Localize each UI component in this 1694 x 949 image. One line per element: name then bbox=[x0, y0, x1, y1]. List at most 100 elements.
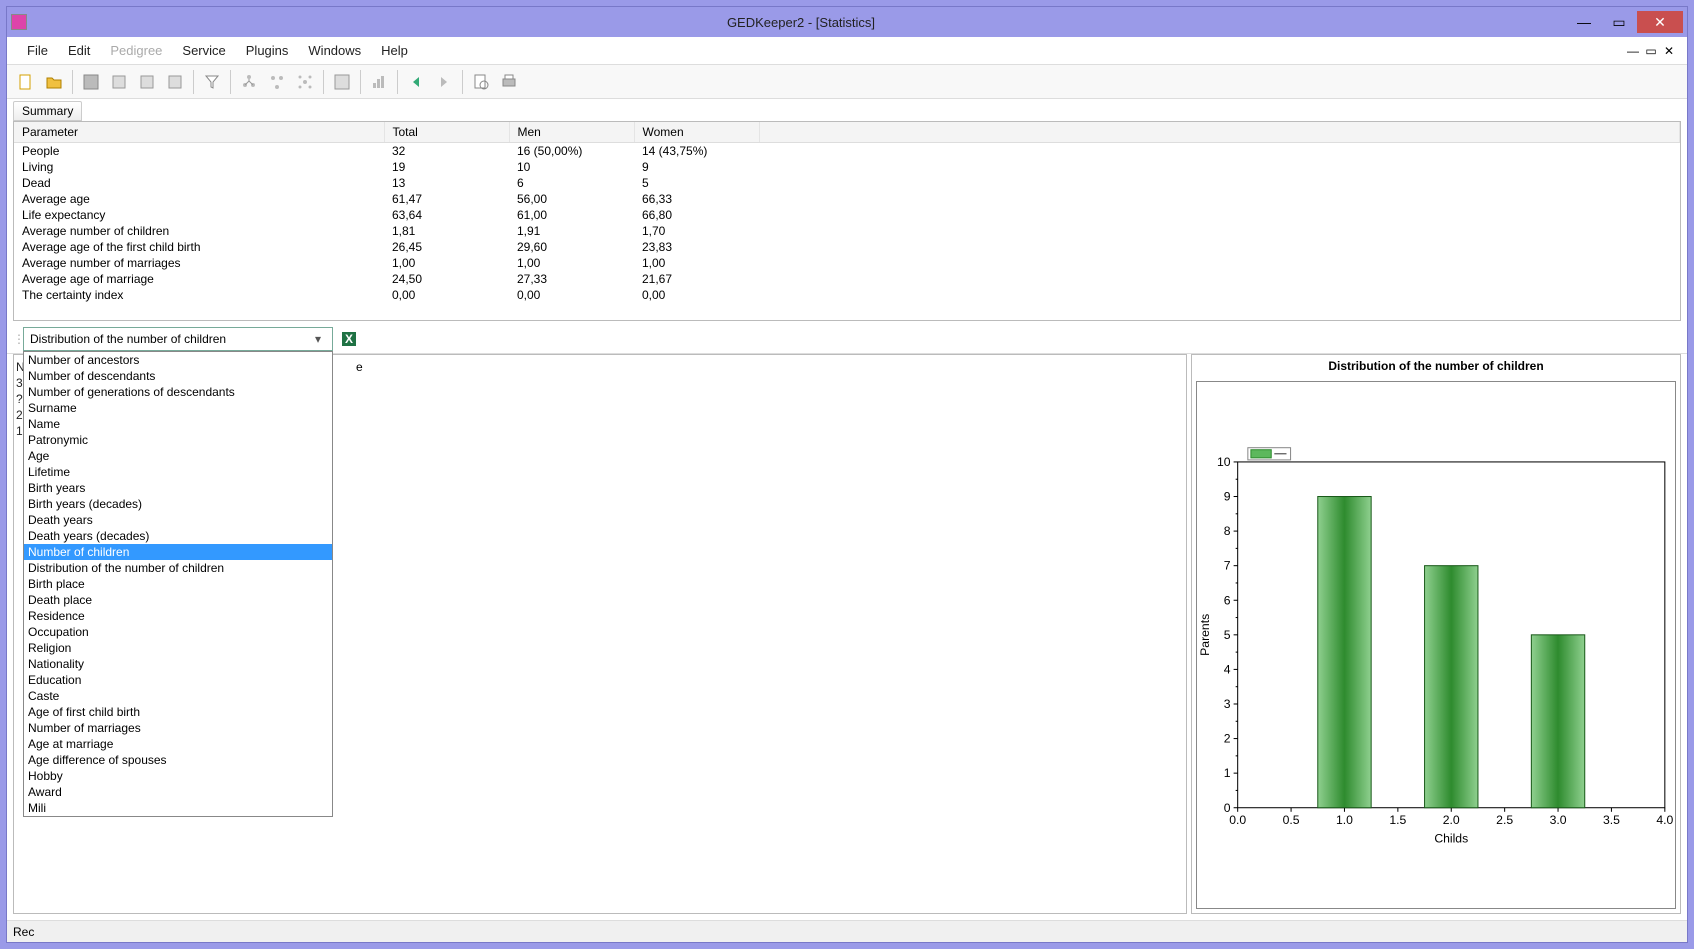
dropdown-item[interactable]: Number of descendants bbox=[24, 368, 332, 384]
record-add-button[interactable] bbox=[106, 69, 132, 95]
table-row[interactable]: People3216 (50,00%)14 (43,75%) bbox=[14, 143, 1680, 160]
menu-plugins[interactable]: Plugins bbox=[236, 43, 299, 58]
dropdown-item[interactable]: Birth years bbox=[24, 480, 332, 496]
maximize-button[interactable]: ▭ bbox=[1602, 11, 1636, 33]
menu-windows[interactable]: Windows bbox=[298, 43, 371, 58]
dropdown-item[interactable]: Residence bbox=[24, 608, 332, 624]
dropdown-item[interactable]: Caste bbox=[24, 688, 332, 704]
col-parameter[interactable]: Parameter bbox=[14, 122, 384, 143]
dropdown-item[interactable]: Patronymic bbox=[24, 432, 332, 448]
new-file-button[interactable] bbox=[13, 69, 39, 95]
mdi-close-icon[interactable]: ✕ bbox=[1661, 43, 1677, 59]
dropdown-item[interactable]: Age at marriage bbox=[24, 736, 332, 752]
mdi-minimize-icon[interactable]: — bbox=[1625, 43, 1641, 59]
dropdown-item[interactable]: Age bbox=[24, 448, 332, 464]
pedigree-button[interactable] bbox=[329, 69, 355, 95]
table-row[interactable]: The certainty index0,000,000,00 bbox=[14, 287, 1680, 303]
menu-help[interactable]: Help bbox=[371, 43, 418, 58]
svg-text:5: 5 bbox=[1224, 628, 1231, 642]
table-row[interactable]: Average age of the first child birth26,4… bbox=[14, 239, 1680, 255]
record-delete-button[interactable] bbox=[162, 69, 188, 95]
col-women[interactable]: Women bbox=[634, 122, 759, 143]
close-button[interactable]: ✕ bbox=[1637, 11, 1683, 33]
dropdown-item[interactable]: Hobby bbox=[24, 768, 332, 784]
summary-table[interactable]: Parameter Total Men Women People3216 (50… bbox=[13, 121, 1681, 321]
nav-back-button[interactable] bbox=[403, 69, 429, 95]
record-edit-icon bbox=[138, 73, 156, 91]
minimize-button[interactable]: — bbox=[1567, 11, 1601, 33]
dropdown-item[interactable]: Number of marriages bbox=[24, 720, 332, 736]
open-file-button[interactable] bbox=[41, 69, 67, 95]
grip-icon: ⋮ bbox=[13, 332, 19, 346]
table-row[interactable]: Living19109 bbox=[14, 159, 1680, 175]
tree-icon bbox=[240, 73, 258, 91]
table-cell: 1,00 bbox=[509, 255, 634, 271]
dropdown-item[interactable]: Surname bbox=[24, 400, 332, 416]
table-cell: 1,81 bbox=[384, 223, 509, 239]
svg-text:0.0: 0.0 bbox=[1229, 813, 1246, 827]
col-total[interactable]: Total bbox=[384, 122, 509, 143]
dropdown-item[interactable]: Age of first child birth bbox=[24, 704, 332, 720]
menu-service[interactable]: Service bbox=[172, 43, 235, 58]
preview-icon bbox=[472, 73, 490, 91]
dropdown-item[interactable]: Age difference of spouses bbox=[24, 752, 332, 768]
svg-text:3: 3 bbox=[1224, 697, 1231, 711]
dropdown-item[interactable]: Distribution of the number of children bbox=[24, 560, 332, 576]
svg-text:2: 2 bbox=[1224, 732, 1231, 746]
tree-descendants-button[interactable] bbox=[264, 69, 290, 95]
dropdown-item[interactable]: Award bbox=[24, 784, 332, 800]
preview-button[interactable] bbox=[468, 69, 494, 95]
table-cell: 0,00 bbox=[509, 287, 634, 303]
stats-mode-combo[interactable]: Distribution of the number of children ▾ bbox=[23, 327, 333, 351]
table-row[interactable]: Dead1365 bbox=[14, 175, 1680, 191]
dropdown-item[interactable]: Death years bbox=[24, 512, 332, 528]
dropdown-item[interactable]: Birth years (decades) bbox=[24, 496, 332, 512]
table-cell: 16 (50,00%) bbox=[509, 143, 634, 160]
dropdown-item[interactable]: Number of ancestors bbox=[24, 352, 332, 368]
table-row[interactable]: Life expectancy63,6461,0066,80 bbox=[14, 207, 1680, 223]
table-cell: Dead bbox=[14, 175, 384, 191]
menu-file[interactable]: File bbox=[17, 43, 58, 58]
tree-ancestors-button[interactable] bbox=[236, 69, 262, 95]
dropdown-item[interactable]: Education bbox=[24, 672, 332, 688]
table-cell: People bbox=[14, 143, 384, 160]
table-row[interactable]: Average number of marriages1,001,001,00 bbox=[14, 255, 1680, 271]
dropdown-item[interactable]: Number of generations of descendants bbox=[24, 384, 332, 400]
mdi-restore-icon[interactable]: ▭ bbox=[1643, 43, 1659, 59]
dropdown-item[interactable]: Occupation bbox=[24, 624, 332, 640]
stats-button[interactable] bbox=[366, 69, 392, 95]
print-button[interactable] bbox=[496, 69, 522, 95]
dropdown-item[interactable]: Mili bbox=[24, 800, 332, 816]
chevron-down-icon: ▾ bbox=[310, 332, 326, 346]
tree-both-button[interactable] bbox=[292, 69, 318, 95]
svg-text:X: X bbox=[345, 332, 353, 346]
dropdown-item[interactable]: Birth place bbox=[24, 576, 332, 592]
table-cell: 56,00 bbox=[509, 191, 634, 207]
record-edit-button[interactable] bbox=[134, 69, 160, 95]
filter-button[interactable] bbox=[199, 69, 225, 95]
table-row[interactable]: Average number of children1,811,911,70 bbox=[14, 223, 1680, 239]
table-row[interactable]: Average age of marriage24,5027,3321,67 bbox=[14, 271, 1680, 287]
toolbar-separator bbox=[462, 70, 463, 94]
save-button[interactable] bbox=[78, 69, 104, 95]
dropdown-item[interactable]: Number of children bbox=[24, 544, 332, 560]
arrow-left-icon bbox=[407, 73, 425, 91]
tree-icon bbox=[296, 73, 314, 91]
dropdown-item[interactable]: Religion bbox=[24, 640, 332, 656]
menu-edit[interactable]: Edit bbox=[58, 43, 100, 58]
export-excel-button[interactable]: X bbox=[337, 327, 361, 351]
dropdown-item[interactable]: Nationality bbox=[24, 656, 332, 672]
svg-text:8: 8 bbox=[1224, 524, 1231, 538]
open-folder-icon bbox=[45, 73, 63, 91]
nav-forward-button[interactable] bbox=[431, 69, 457, 95]
dropdown-item[interactable]: Death years (decades) bbox=[24, 528, 332, 544]
table-row[interactable]: Average age61,4756,0066,33 bbox=[14, 191, 1680, 207]
pedigree-icon bbox=[333, 73, 351, 91]
dropdown-item[interactable]: Death place bbox=[24, 592, 332, 608]
col-men[interactable]: Men bbox=[509, 122, 634, 143]
dropdown-item[interactable]: Lifetime bbox=[24, 464, 332, 480]
save-icon bbox=[82, 73, 100, 91]
stats-mode-dropdown[interactable]: Number of ancestorsNumber of descendants… bbox=[23, 351, 333, 817]
svg-text:3.0: 3.0 bbox=[1550, 813, 1567, 827]
dropdown-item[interactable]: Name bbox=[24, 416, 332, 432]
